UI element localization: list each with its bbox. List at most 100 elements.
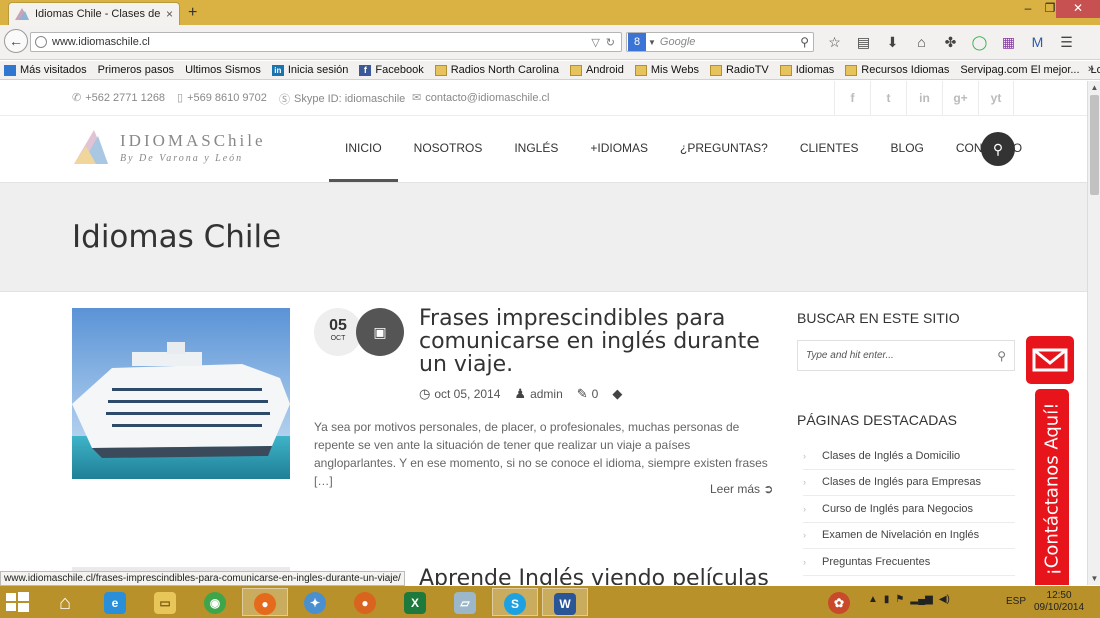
bookmark-item[interactable]: Idiomas bbox=[779, 64, 834, 76]
linkedin-icon[interactable]: in bbox=[906, 81, 942, 116]
list-item[interactable]: › Clases de Inglés a Domicilio bbox=[803, 443, 1015, 470]
tray-volume-icon[interactable]: ◀) bbox=[939, 594, 950, 605]
scroll-up-icon[interactable]: ▲ bbox=[1088, 83, 1100, 92]
windows-start-icon[interactable] bbox=[4, 590, 30, 614]
taskbar-clock[interactable]: 12:50 09/10/2014 bbox=[1034, 590, 1084, 614]
bookmark-item[interactable]: Más visitados bbox=[4, 64, 87, 76]
twitter-icon[interactable]: t bbox=[870, 81, 906, 116]
menu-item-blog[interactable]: BLOG bbox=[875, 117, 940, 182]
taskbar-firefox-icon[interactable]: ● bbox=[242, 588, 288, 616]
site-search-button[interactable]: ⚲ bbox=[981, 132, 1015, 166]
clock-icon: ◷ bbox=[419, 386, 431, 401]
email-info[interactable]: ✉ contacto@idiomaschile.cl bbox=[412, 91, 550, 105]
taskbar-safari-icon[interactable]: ✦ bbox=[292, 588, 338, 616]
list-item-label[interactable]: Clases de Inglés para Empresas bbox=[822, 476, 981, 488]
site-logo[interactable]: IDIOMASChile By De Varona y León bbox=[72, 128, 266, 166]
page-scrollbar[interactable]: ▲ ▼ bbox=[1087, 81, 1100, 585]
sidebar-search-placeholder[interactable]: Type and hit enter... bbox=[806, 350, 997, 361]
bookmark-item[interactable]: Ultimos Sismos bbox=[185, 64, 261, 76]
taskbar-word-icon[interactable]: W bbox=[542, 588, 588, 616]
language-indicator[interactable]: ESP bbox=[1006, 596, 1026, 607]
address-bar[interactable]: www.idiomaschile.cl ▽ ↻ bbox=[30, 32, 622, 52]
scrollbar-thumb[interactable] bbox=[1090, 95, 1099, 195]
bookmark-item[interactable]: Android bbox=[569, 64, 624, 76]
chevron-down-icon[interactable]: ▼ bbox=[648, 38, 656, 47]
youtube-icon[interactable]: yt bbox=[978, 81, 1014, 116]
taskbar-chrome-icon[interactable]: ◉ bbox=[192, 588, 238, 616]
chevron-right-icon: › bbox=[803, 477, 806, 488]
list-item-label[interactable]: Clases de Inglés a Domicilio bbox=[822, 450, 960, 462]
new-tab-button[interactable]: + bbox=[188, 4, 197, 22]
menu-item-nosotros[interactable]: NOSOTROS bbox=[398, 117, 499, 182]
bookmark-item[interactable]: Mis Webs bbox=[634, 64, 699, 76]
search-icon[interactable]: ⚲ bbox=[997, 349, 1006, 363]
post-author[interactable]: admin bbox=[530, 387, 563, 401]
bookmarks-more-button[interactable]: » bbox=[1088, 63, 1094, 75]
bookmark-star-icon[interactable]: ☆ bbox=[820, 34, 849, 51]
taskbar-home-icon[interactable]: ⌂ bbox=[42, 588, 88, 616]
back-button[interactable]: ← bbox=[4, 29, 28, 53]
search-bar[interactable]: 8 ▼ Google ⚲ bbox=[626, 32, 814, 52]
contact-tab-label[interactable]: ¡Contáctanos Aquí! bbox=[1042, 403, 1063, 576]
contact-tab[interactable]: ¡Contáctanos Aquí! bbox=[1035, 389, 1069, 585]
list-item-label[interactable]: Examen de Nivelación en Inglés bbox=[822, 529, 979, 541]
tray-expand-icon[interactable]: ▲ bbox=[868, 594, 878, 605]
post-title[interactable]: Frases imprescindibles para comunicarse … bbox=[419, 307, 774, 376]
taskbar-explorer-icon[interactable]: ▭ bbox=[142, 588, 188, 616]
clipboard-icon[interactable]: ▤ bbox=[849, 34, 878, 51]
list-item[interactable]: › Curso de Inglés para Negocios bbox=[803, 496, 1015, 523]
email-text[interactable]: contacto@idiomaschile.cl bbox=[425, 92, 549, 104]
bookmark-item[interactable]: in Inicia sesión bbox=[271, 64, 348, 76]
bookmark-item[interactable]: RadioTV bbox=[709, 64, 769, 76]
tab-close-icon[interactable]: × bbox=[166, 7, 173, 21]
read-more-link[interactable]: Leer más ➲ bbox=[710, 482, 773, 496]
sync-icon[interactable]: ◯ bbox=[965, 34, 994, 51]
post-featured-image[interactable] bbox=[72, 308, 290, 479]
post2-title[interactable]: Aprende Inglés viendo películas bbox=[419, 566, 769, 585]
extension-icon[interactable]: ✤ bbox=[936, 34, 965, 51]
list-item[interactable]: › Examen de Nivelación en Inglés bbox=[803, 523, 1015, 549]
menu-item-inicio[interactable]: INICIO bbox=[329, 117, 398, 182]
list-item[interactable]: › Preguntas Frecuentes bbox=[803, 549, 1015, 576]
list-item-label[interactable]: Preguntas Frecuentes bbox=[822, 556, 930, 568]
scroll-down-icon[interactable]: ▼ bbox=[1088, 574, 1100, 583]
taskbar-excel-icon[interactable]: X bbox=[392, 588, 438, 616]
url-dropdown-icon[interactable]: ▽ bbox=[591, 36, 599, 49]
tray-network-icon[interactable]: ▂▄▆ bbox=[910, 594, 932, 605]
list-item[interactable]: › Clases de Inglés para Empresas bbox=[803, 470, 1015, 496]
menu-item-clientes[interactable]: CLIENTES bbox=[784, 117, 875, 182]
menu-item-ingles[interactable]: INGLÉS bbox=[498, 117, 574, 182]
search-input[interactable]: Google bbox=[660, 36, 800, 48]
bookmark-item[interactable]: Primeros pasos bbox=[98, 64, 174, 76]
bookmark-item[interactable]: Recursos Idiomas bbox=[845, 64, 949, 76]
bookmark-item[interactable]: Servipag.com El mejor... bbox=[960, 64, 1079, 76]
url-text[interactable]: www.idiomaschile.cl bbox=[52, 36, 591, 48]
post-comments-count[interactable]: 0 bbox=[592, 387, 599, 401]
gmail-icon[interactable]: M bbox=[1023, 34, 1052, 51]
taskbar-skype-icon[interactable]: S bbox=[492, 588, 538, 616]
menu-icon[interactable]: ☰ bbox=[1052, 34, 1081, 51]
taskbar-firefox2-icon[interactable]: ● bbox=[342, 588, 388, 616]
mail-contact-button[interactable] bbox=[1026, 336, 1074, 384]
bookmark-item[interactable]: Radios North Carolina bbox=[434, 64, 559, 76]
taskbar-notes-icon[interactable]: ▱ bbox=[442, 588, 488, 616]
bookmark-item[interactable]: f Facebook bbox=[359, 64, 424, 76]
tray-battery-icon[interactable]: ▮ bbox=[884, 594, 890, 605]
menu-item-preguntas[interactable]: ¿PREGUNTAS? bbox=[664, 117, 784, 182]
browser-tab[interactable]: Idiomas Chile - Clases de I... × bbox=[8, 2, 180, 25]
close-window-button[interactable]: ✕ bbox=[1056, 0, 1100, 18]
taskbar-ie-icon[interactable]: e bbox=[92, 588, 138, 616]
menu-item-idiomas[interactable]: +IDIOMAS bbox=[574, 117, 664, 182]
sidebar-search-input[interactable]: Type and hit enter... ⚲ bbox=[797, 340, 1015, 371]
facebook-icon[interactable]: f bbox=[834, 81, 870, 116]
magnifier-icon[interactable]: ⚲ bbox=[800, 35, 809, 49]
googleplus-icon[interactable]: g+ bbox=[942, 81, 978, 116]
list-item-label[interactable]: Curso de Inglés para Negocios bbox=[822, 503, 973, 515]
home-icon[interactable]: ⌂ bbox=[907, 34, 936, 51]
download-icon[interactable]: ⬇ bbox=[878, 34, 907, 51]
apps-icon[interactable]: ▦ bbox=[994, 34, 1023, 51]
tray-flag-icon[interactable]: ⚑ bbox=[895, 594, 904, 605]
taskbar-tray-app-icon[interactable]: ✿ bbox=[816, 588, 862, 616]
google-engine-icon[interactable]: 8 bbox=[628, 33, 646, 51]
reload-icon[interactable]: ↻ bbox=[606, 36, 615, 49]
